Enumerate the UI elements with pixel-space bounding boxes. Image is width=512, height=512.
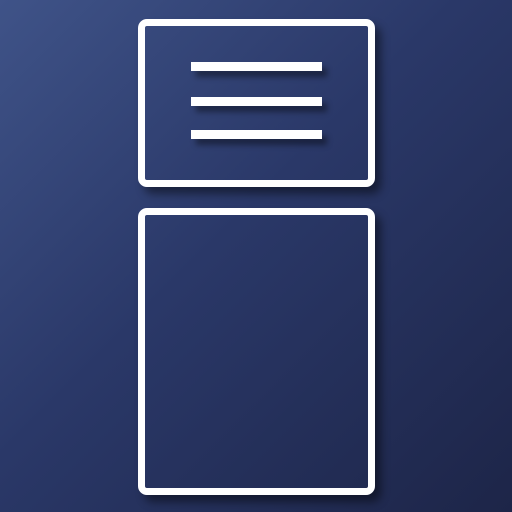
hamburger-menu-line-icon xyxy=(191,97,322,106)
app-icon-background xyxy=(0,0,512,512)
content-panel xyxy=(138,208,375,495)
hamburger-menu-line-icon xyxy=(191,62,322,71)
hamburger-menu-line-icon xyxy=(191,130,322,139)
